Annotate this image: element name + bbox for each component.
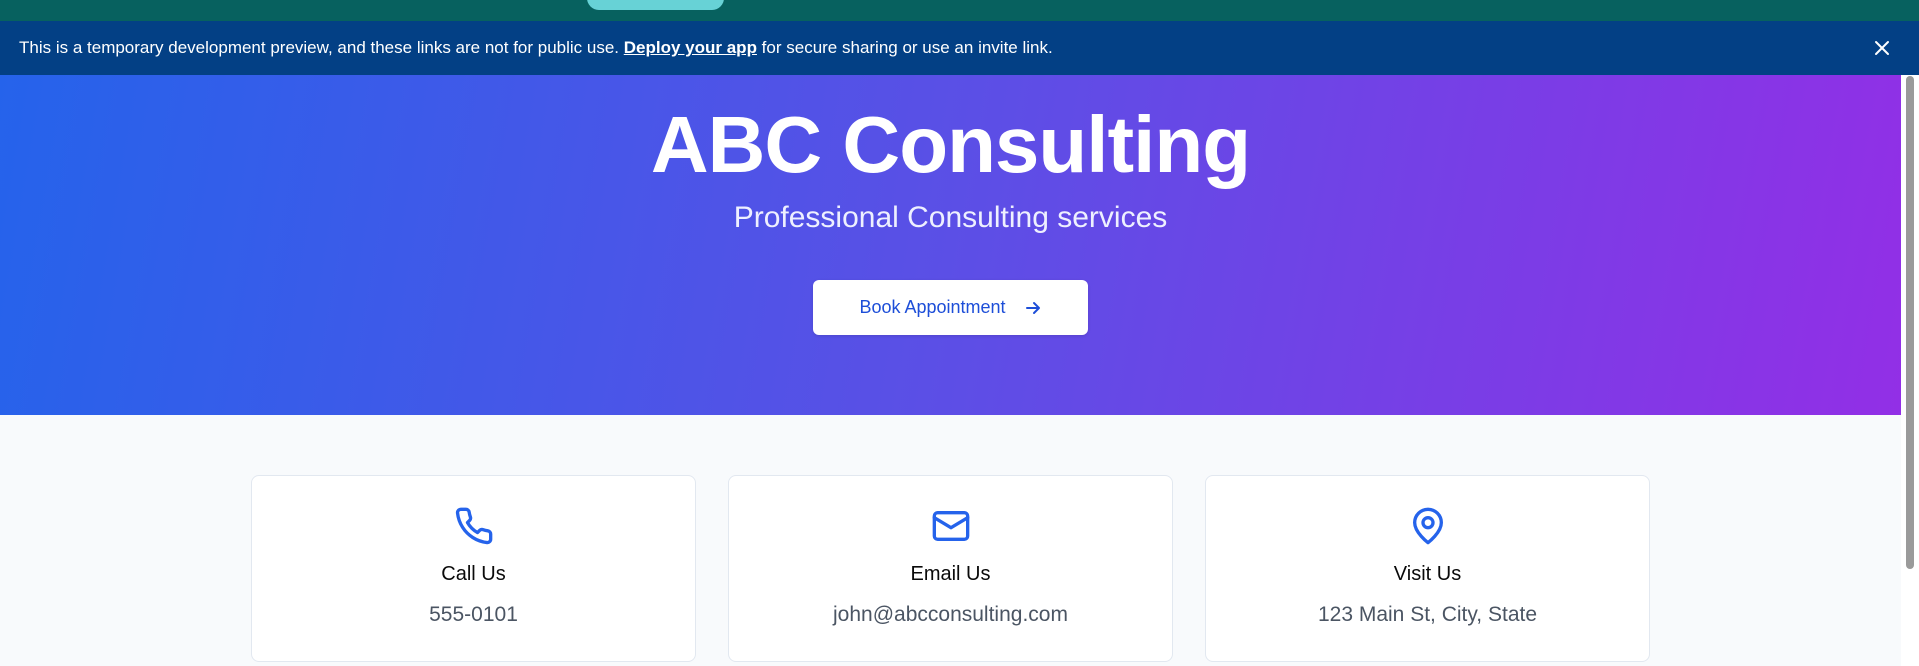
book-appointment-label: Book Appointment xyxy=(859,297,1006,317)
mail-icon xyxy=(932,511,969,541)
page-scrollbar[interactable] xyxy=(1901,75,1919,666)
arrow-right-icon xyxy=(1025,301,1040,314)
contact-card-visit: Visit Us 123 Main St, City, State xyxy=(1205,475,1650,662)
banner-message: This is a temporary development preview,… xyxy=(19,38,1053,58)
hero-title: ABC Consulting xyxy=(650,100,1251,189)
hero-subtitle: Professional Consulting services xyxy=(733,201,1168,234)
top-strip-tab[interactable] xyxy=(587,0,724,10)
card-value: john@abcconsulting.com xyxy=(833,603,1068,626)
close-icon[interactable] xyxy=(1872,38,1892,58)
card-title: Email Us xyxy=(910,563,991,585)
book-appointment-button[interactable]: Book Appointment xyxy=(813,280,1088,335)
preview-banner: This is a temporary development preview,… xyxy=(0,21,1919,75)
banner-text-before: This is a temporary development preview,… xyxy=(19,38,624,57)
banner-text-after: for secure sharing or use an invite link… xyxy=(756,38,1053,57)
deploy-app-link[interactable]: Deploy your app xyxy=(624,38,757,57)
scrollbar-thumb[interactable] xyxy=(1906,76,1914,569)
contact-card-email: Email Us john@abcconsulting.com xyxy=(728,475,1173,662)
hero-section: ABC Consulting Professional Consulting s… xyxy=(0,75,1901,415)
card-value: 123 Main St, City, State xyxy=(1317,603,1538,626)
card-value: 555-0101 xyxy=(429,603,518,626)
top-strip xyxy=(0,0,1919,21)
phone-icon xyxy=(455,507,492,545)
card-title: Visit Us xyxy=(1393,563,1462,585)
card-title: Call Us xyxy=(441,563,506,585)
contact-card-call: Call Us 555-0101 xyxy=(251,475,696,662)
map-pin-icon xyxy=(1412,507,1443,545)
